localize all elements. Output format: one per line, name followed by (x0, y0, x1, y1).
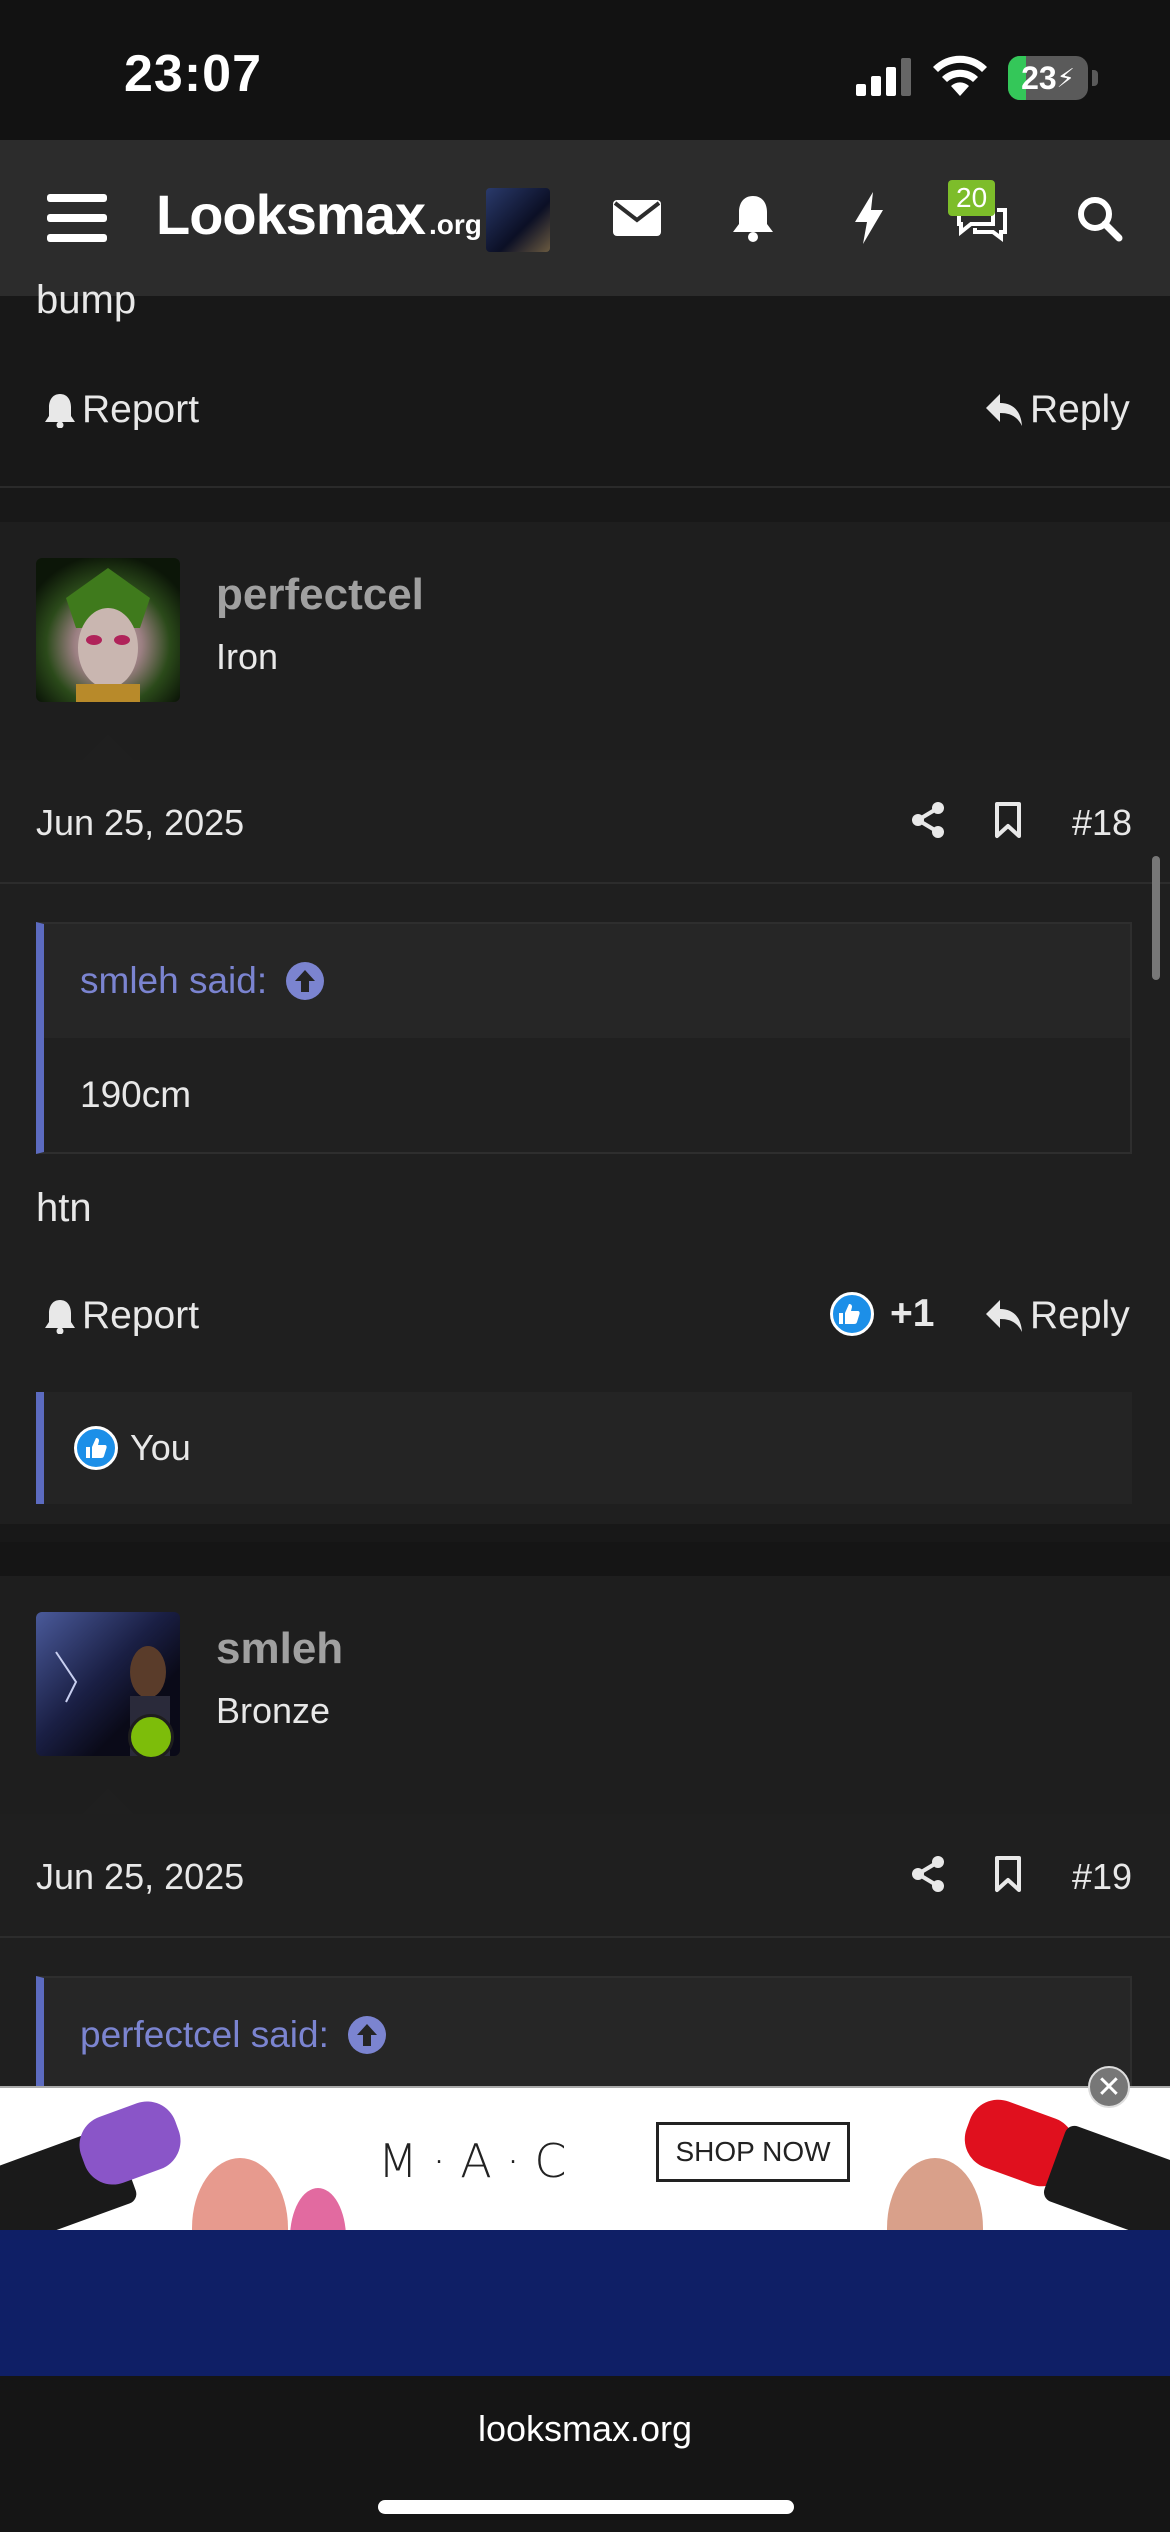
post-date[interactable]: Jun 25, 2025 (36, 1856, 244, 1898)
user-rank: Iron (216, 636, 279, 677)
account-avatar[interactable] (486, 188, 550, 252)
chat-count-badge: 20 (948, 180, 996, 216)
home-indicator[interactable] (378, 2500, 794, 2514)
whats-new-bolt-icon[interactable] (836, 185, 902, 251)
username[interactable]: smleh (216, 1624, 343, 1674)
reaction-user: You (130, 1427, 191, 1468)
post-18-user-block: perfectcel Iron (0, 522, 1170, 760)
battery-icon: 23 ⚡ (1008, 56, 1088, 100)
jump-up-arrow-icon[interactable] (285, 961, 325, 1001)
quote-author: perfectcel said: (80, 2014, 329, 2055)
meta-divider (0, 882, 1170, 884)
avatar-notch (82, 734, 134, 760)
url-text[interactable]: looksmax.org (0, 2408, 1170, 2450)
battery-nub (1092, 70, 1098, 86)
bookmark-icon[interactable] (988, 800, 1028, 840)
alerts-bell-icon[interactable] (720, 185, 786, 251)
jump-up-arrow-icon[interactable] (347, 2015, 387, 2055)
menu-icon[interactable] (44, 185, 110, 251)
quote-block: smleh said: 190cm (36, 922, 1132, 1154)
online-status-dot (128, 1714, 174, 1760)
report-button[interactable]: Report (44, 1294, 199, 1338)
cellular-signal-icon (856, 58, 911, 96)
inbox-icon[interactable] (604, 185, 670, 251)
ad-background-band (0, 2230, 1170, 2376)
charging-bolt-icon: ⚡ (1056, 62, 1075, 93)
report-label: Report (82, 388, 200, 431)
logo-suffix: .org (429, 209, 482, 240)
quote-header[interactable]: perfectcel said: (44, 1978, 1130, 2092)
post-divider (0, 486, 1170, 488)
browser-address-bar: looksmax.org (0, 2376, 1170, 2532)
prev-post-text: bump (36, 278, 137, 322)
post-number[interactable]: #19 (1072, 1856, 1132, 1898)
ad-brand-logo: M·A·C (378, 2134, 581, 2188)
prev-report-button[interactable]: Report (44, 388, 199, 432)
report-bell-icon (45, 394, 75, 428)
status-bar: 23:07 23 ⚡ (0, 0, 1170, 140)
username[interactable]: perfectcel (216, 570, 424, 620)
prev-reply-button[interactable]: Reply (984, 388, 1130, 432)
reply-label: Reply (1030, 388, 1130, 431)
logo-text: Looksmax (156, 183, 426, 246)
like-reaction-icon (74, 1426, 118, 1470)
ad-banner[interactable]: M·A·C SHOP NOW (0, 2086, 1170, 2230)
share-icon[interactable] (908, 1854, 948, 1894)
meta-divider (0, 1936, 1170, 1938)
user-rank: Bronze (216, 1690, 331, 1731)
post-19-user-block: smleh Bronze (0, 1576, 1170, 1814)
site-logo[interactable]: Looksmax .org (156, 182, 482, 252)
battery-percent: 23 (1021, 59, 1057, 96)
top-navbar: Looksmax .org 20 (0, 140, 1170, 296)
reply-button[interactable]: Reply (984, 1294, 1130, 1338)
share-icon[interactable] (908, 800, 948, 840)
post-date[interactable]: Jun 25, 2025 (36, 802, 244, 844)
reactions-list[interactable]: You (36, 1392, 1132, 1504)
user-avatar[interactable] (36, 558, 180, 702)
report-label: Report (82, 1294, 200, 1337)
avatar-notch (82, 1788, 134, 1814)
post-18: Jun 25, 2025 #18 smleh said: 190cm htn R… (0, 760, 1170, 1524)
status-time: 23:07 (124, 45, 262, 103)
post-19: Jun 25, 2025 #19 perfectcel said: (0, 1814, 1170, 2094)
reply-label: Reply (1030, 1294, 1130, 1337)
quote-author: smleh said: (80, 960, 268, 1001)
reply-arrow-icon (986, 394, 1022, 426)
post-text: htn (36, 1186, 92, 1230)
reply-arrow-icon (986, 1300, 1022, 1332)
quote-text: 190cm (44, 1038, 1130, 1152)
post-number[interactable]: #18 (1072, 802, 1132, 844)
bookmark-icon[interactable] (988, 1854, 1028, 1894)
post-gap (0, 1542, 1170, 1576)
report-bell-icon (45, 1300, 75, 1334)
lipstick-illustration (0, 2099, 1170, 2230)
search-icon[interactable] (1066, 185, 1132, 251)
like-reaction-icon (830, 1292, 874, 1336)
quote-header[interactable]: smleh said: (44, 924, 1130, 1038)
wifi-icon (933, 55, 987, 96)
ad-close-icon[interactable]: ✕ (1088, 2066, 1130, 2108)
quote-block: perfectcel said: (36, 1976, 1132, 2094)
reaction-count: +1 (890, 1292, 935, 1335)
scrollbar[interactable] (1152, 856, 1160, 980)
reaction-summary[interactable]: +1 (830, 1292, 934, 1336)
ad-shop-now-button[interactable]: SHOP NOW (656, 2122, 850, 2182)
